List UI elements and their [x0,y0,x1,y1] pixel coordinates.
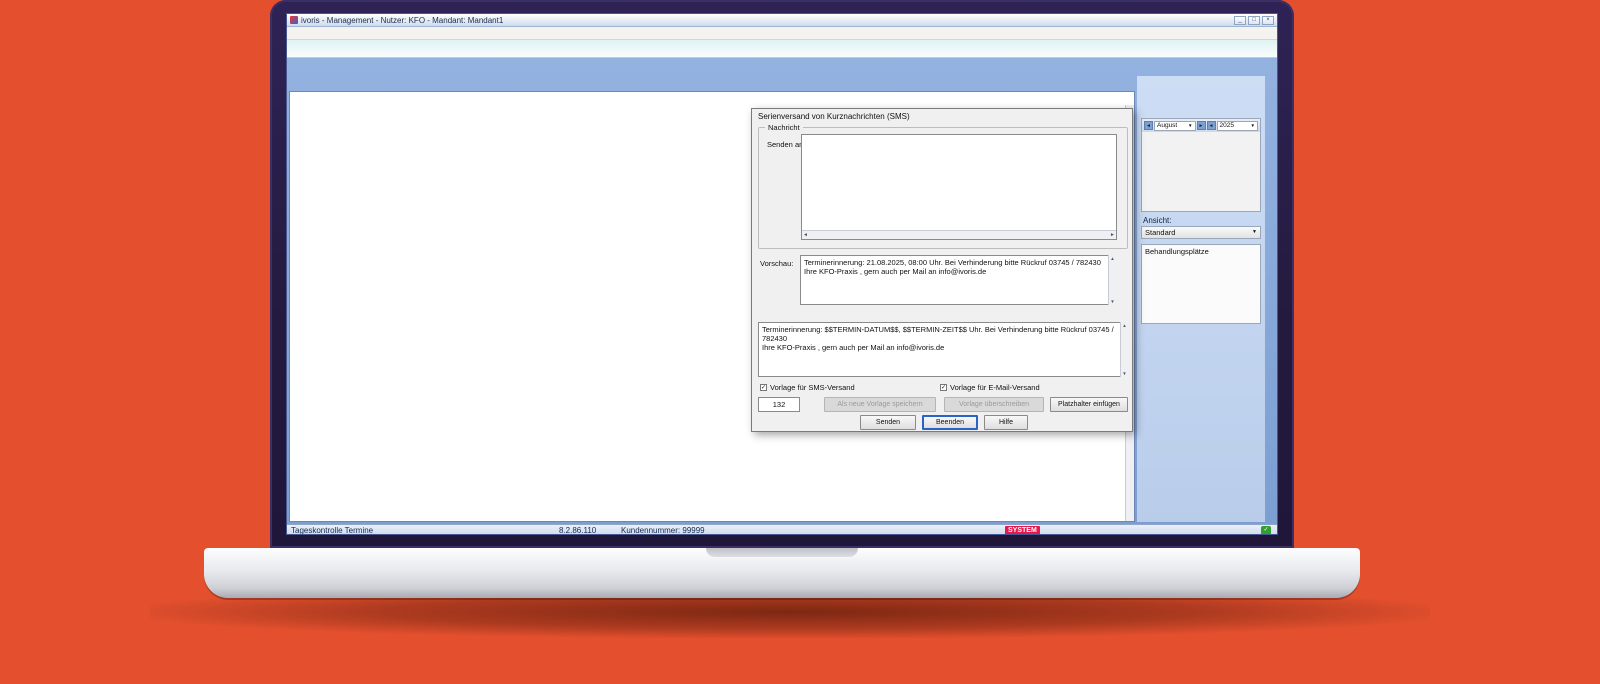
status-text: Tageskontrolle Termine [291,526,373,535]
calendar-month-value: August [1157,122,1177,130]
calendar-prev-year-icon[interactable]: ◄ [1207,121,1216,130]
email-template-checkbox[interactable]: ✓ Vorlage für E-Mail-Versand [940,383,1120,392]
chevron-down-icon: ▼ [1188,122,1192,130]
preview-text: Terminerinnerung: 21.08.2025, 08:00 Uhr.… [800,255,1116,305]
email-template-checkbox-label: Vorlage für E-Mail-Versand [950,383,1040,392]
laptop-base-notch [706,548,858,557]
recipient-horizontal-scrollbar[interactable]: ◄ ► [802,230,1116,239]
send-button[interactable]: Senden [860,415,916,430]
scroll-up-icon[interactable]: ▲ [1121,322,1128,329]
window-titlebar: ivoris - Management - Nutzer: KFO - Mand… [287,14,1277,27]
window-title: ivoris - Management - Nutzer: KFO - Mand… [301,16,503,25]
calendar-year-value: 2025 [1220,122,1234,130]
calendar-nav: ◄ August ▼ ► ◄ 2025 ▼ [1142,119,1260,132]
treatment-places-title: Behandlungsplätze [1145,247,1257,259]
view-label: Ansicht: [1143,216,1171,225]
view-select[interactable]: Standard ▼ [1141,226,1261,239]
page-background: ivoris - Management - Nutzer: KFO - Mand… [0,0,1600,684]
scroll-down-icon[interactable]: ▼ [1109,298,1116,305]
preview-label: Vorschau: [760,259,793,268]
overwrite-template-button[interactable]: Vorlage überschreiben [944,397,1044,412]
chevron-down-icon: ▼ [1252,227,1257,238]
calendar-year-select[interactable]: 2025 ▼ [1217,121,1259,131]
system-badge: SYSTEM [1005,526,1040,535]
checkbox-checked-icon[interactable]: ✓ [940,384,947,391]
sms-dialog: Serienversand von Kurznachrichten (SMS) … [751,108,1133,432]
template-scrollbar[interactable]: ▲ ▼ [1120,322,1128,377]
maximize-button[interactable]: □ [1248,16,1260,25]
app-icon [290,16,298,24]
save-new-template-button[interactable]: Als neue Vorlage speichern [824,397,936,412]
view-select-value: Standard [1145,227,1175,238]
send-to-label: Senden an: [767,140,805,149]
preview-scrollbar[interactable]: ▲ ▼ [1108,255,1116,305]
scroll-right-icon[interactable]: ► [1110,231,1115,239]
calendar-prev-month-icon[interactable]: ◄ [1144,121,1153,130]
calendar: ◄ August ▼ ► ◄ 2025 ▼ [1141,118,1261,212]
customer-number: Kundennummer: 99999 [621,526,705,535]
close-button[interactable]: × [1262,16,1274,25]
sms-template-checkbox-label: Vorlage für SMS-Versand [770,383,855,392]
template-textarea[interactable]: Terminerinnerung: $$TERMIN-DATUM$$, $$TE… [758,322,1128,377]
insert-placeholder-button[interactable]: Platzhalter einfügen [1050,397,1128,412]
minimize-button[interactable]: _ [1234,16,1246,25]
status-bar: Tageskontrolle Termine 8.2.86.110 Kunden… [287,524,1277,535]
treatment-places-box: Behandlungsplätze [1141,244,1261,324]
version-text: 8.2.86.110 [559,526,596,535]
chevron-down-icon: ▼ [1251,122,1255,130]
menu-bar [287,27,1277,40]
scroll-left-icon[interactable]: ◄ [803,231,808,239]
message-group-legend: Nachricht [765,123,803,132]
message-groupbox: Nachricht Senden an: ◄ ► [758,127,1128,249]
help-button[interactable]: Hilfe [984,415,1028,430]
sms-template-checkbox[interactable]: ✓ Vorlage für SMS-Versand [760,383,940,392]
close-dialog-button[interactable]: Beenden [922,415,978,430]
calendar-next-month-icon[interactable]: ► [1197,121,1206,130]
recipient-list: ◄ ► [801,134,1117,240]
dialog-title: Serienversand von Kurznachrichten (SMS) [758,112,910,121]
shield-icon: ✓ [1261,526,1271,535]
calendar-month-select[interactable]: August ▼ [1154,121,1196,131]
char-counter: 132 [758,397,800,412]
scroll-down-icon[interactable]: ▼ [1121,370,1128,377]
laptop-base [204,548,1360,598]
main-toolbar [287,40,1277,58]
laptop-screen: ivoris - Management - Nutzer: KFO - Mand… [286,13,1278,535]
checkbox-checked-icon[interactable]: ✓ [760,384,767,391]
laptop-bezel: ivoris - Management - Nutzer: KFO - Mand… [270,0,1294,548]
scroll-up-icon[interactable]: ▲ [1109,255,1116,262]
window-controls: _ □ × [1234,16,1274,25]
